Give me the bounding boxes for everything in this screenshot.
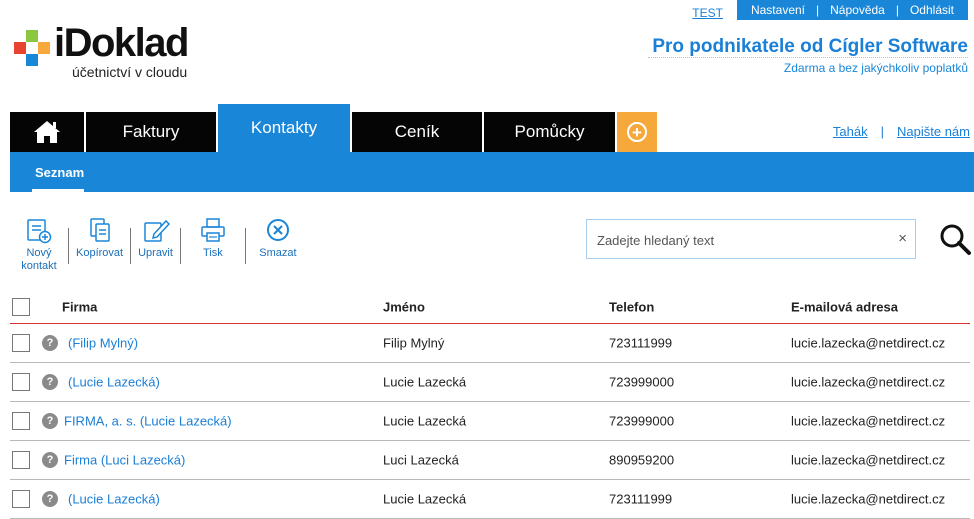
nav-right-links: Tahák | Napište nám xyxy=(833,124,970,139)
logo-mark-icon xyxy=(14,30,50,66)
row-checkbox[interactable] xyxy=(12,490,30,508)
toolbar: Nový kontakt Kopírovat Upravit Tisk Smaz… xyxy=(10,216,310,273)
edit-icon xyxy=(143,219,170,242)
table-row[interactable]: ? (Lucie Lazecká) Lucie Lazecká 72311199… xyxy=(10,480,970,519)
print-label: Tisk xyxy=(203,247,223,259)
cheatsheet-link[interactable]: Tahák xyxy=(833,124,868,139)
jmeno-cell: Lucie Lazecká xyxy=(383,413,467,429)
firma-link[interactable]: (Filip Mylný) xyxy=(68,336,138,351)
active-indicator xyxy=(32,189,84,192)
print-icon xyxy=(201,218,225,242)
firma-link[interactable]: (Lucie Lazecká) xyxy=(68,375,160,390)
tab-cenik[interactable]: Ceník xyxy=(352,112,482,152)
row-checkbox[interactable] xyxy=(12,334,30,352)
tab-faktury[interactable]: Faktury xyxy=(86,112,216,152)
subnav-item-seznam[interactable]: Seznam xyxy=(35,165,84,180)
row-checkbox[interactable] xyxy=(12,451,30,469)
column-header-jmeno[interactable]: Jméno xyxy=(383,299,425,314)
table-row[interactable]: ? (Lucie Lazecká) Lucie Lazecká 72399900… xyxy=(10,363,970,402)
help-link[interactable]: Nápověda xyxy=(830,3,885,17)
top-links: TEST Nastavení | Nápověda | Odhlásit xyxy=(678,0,968,20)
jmeno-cell: Filip Mylný xyxy=(383,335,445,351)
firma-link[interactable]: Firma (Luci Lazecká) xyxy=(64,453,185,468)
column-header-email[interactable]: E-mailová adresa xyxy=(791,299,898,314)
table-row[interactable]: ? FIRMA, a. s. (Lucie Lazecká) Lucie Laz… xyxy=(10,402,970,441)
copy-button[interactable]: Kopírovat xyxy=(69,216,130,273)
help-icon[interactable]: ? xyxy=(42,491,58,507)
telefon-cell: 723111999 xyxy=(609,491,673,507)
new-contact-button[interactable]: Nový kontakt xyxy=(10,216,68,273)
help-icon[interactable]: ? xyxy=(42,335,58,351)
logo-tagline: účetnictví v cloudu xyxy=(72,64,188,80)
table-row[interactable]: ? (Filip Mylný) Filip Mylný 723111999 lu… xyxy=(10,324,970,363)
column-header-telefon[interactable]: Telefon xyxy=(609,299,654,314)
sub-nav: Seznam xyxy=(10,152,974,192)
firma-link[interactable]: (Lucie Lazecká) xyxy=(68,492,160,507)
delete-button[interactable]: Smazat xyxy=(246,216,310,273)
telefon-cell: 723999000 xyxy=(609,413,675,429)
new-contact-label: Nový kontakt xyxy=(21,247,57,272)
tab-kontakty[interactable]: Kontakty xyxy=(218,104,350,152)
home-icon xyxy=(34,121,60,143)
print-button[interactable]: Tisk xyxy=(181,216,245,273)
search-box: × xyxy=(586,219,916,259)
separator: | xyxy=(816,3,820,17)
telefon-cell: 723111999 xyxy=(609,335,673,351)
logout-link[interactable]: Odhlásit xyxy=(910,3,954,17)
promo-title[interactable]: Pro podnikatele od Cígler Software xyxy=(648,36,968,58)
logo-name: iDoklad xyxy=(54,21,189,65)
delete-label: Smazat xyxy=(259,247,297,259)
promo-subtitle: Zdarma a bez jakýchkoliv poplatků xyxy=(783,61,968,75)
email-cell: lucie.lazecka@netdirect.cz xyxy=(791,452,946,468)
tab-home[interactable] xyxy=(10,112,84,152)
telefon-cell: 890959200 xyxy=(609,452,675,468)
delete-icon xyxy=(266,219,289,241)
separator: | xyxy=(880,124,885,139)
jmeno-cell: Lucie Lazecká xyxy=(383,491,467,507)
search-icon[interactable] xyxy=(938,222,972,256)
firma-link[interactable]: FIRMA, a. s. (Lucie Lazecká) xyxy=(64,414,232,429)
top-menu-bar: Nastavení | Nápověda | Odhlásit xyxy=(736,0,968,20)
jmeno-cell: Luci Lazecká xyxy=(383,452,459,468)
search-input[interactable] xyxy=(597,230,877,250)
table-header: Firma Jméno Telefon E-mailová adresa xyxy=(10,290,970,324)
copy-icon xyxy=(89,218,110,242)
clear-icon[interactable]: × xyxy=(898,230,907,247)
row-checkbox[interactable] xyxy=(12,412,30,430)
main-nav: Faktury Kontakty Ceník Pomůcky + xyxy=(10,104,659,152)
plus-icon: + xyxy=(627,122,647,142)
contact-us-link[interactable]: Napište nám xyxy=(897,124,970,139)
select-all-checkbox[interactable] xyxy=(12,297,30,316)
new-contact-icon xyxy=(27,219,52,244)
contacts-table: Firma Jméno Telefon E-mailová adresa ? (… xyxy=(10,290,970,519)
column-header-firma[interactable]: Firma xyxy=(62,299,97,314)
email-cell: lucie.lazecka@netdirect.cz xyxy=(791,491,946,507)
promo: Pro podnikatele od Cígler Software Zdarm… xyxy=(648,36,968,75)
edit-label: Upravit xyxy=(138,247,173,259)
edit-button[interactable]: Upravit xyxy=(131,216,180,273)
settings-link[interactable]: Nastavení xyxy=(751,3,805,17)
env-link[interactable]: TEST xyxy=(678,3,737,23)
email-cell: lucie.lazecka@netdirect.cz xyxy=(791,335,946,351)
table-row[interactable]: ? Firma (Luci Lazecká) Luci Lazecká 8909… xyxy=(10,441,970,480)
email-cell: lucie.lazecka@netdirect.cz xyxy=(791,413,946,429)
email-cell: lucie.lazecka@netdirect.cz xyxy=(791,374,946,390)
help-icon[interactable]: ? xyxy=(42,452,58,468)
telefon-cell: 723999000 xyxy=(609,374,675,390)
help-icon[interactable]: ? xyxy=(42,374,58,390)
jmeno-cell: Lucie Lazecká xyxy=(383,374,467,390)
tab-add[interactable]: + xyxy=(617,112,657,152)
copy-label: Kopírovat xyxy=(76,247,124,259)
row-checkbox[interactable] xyxy=(12,373,30,391)
help-icon[interactable]: ? xyxy=(42,413,58,429)
tab-pomucky[interactable]: Pomůcky xyxy=(484,112,615,152)
separator: | xyxy=(895,3,899,17)
